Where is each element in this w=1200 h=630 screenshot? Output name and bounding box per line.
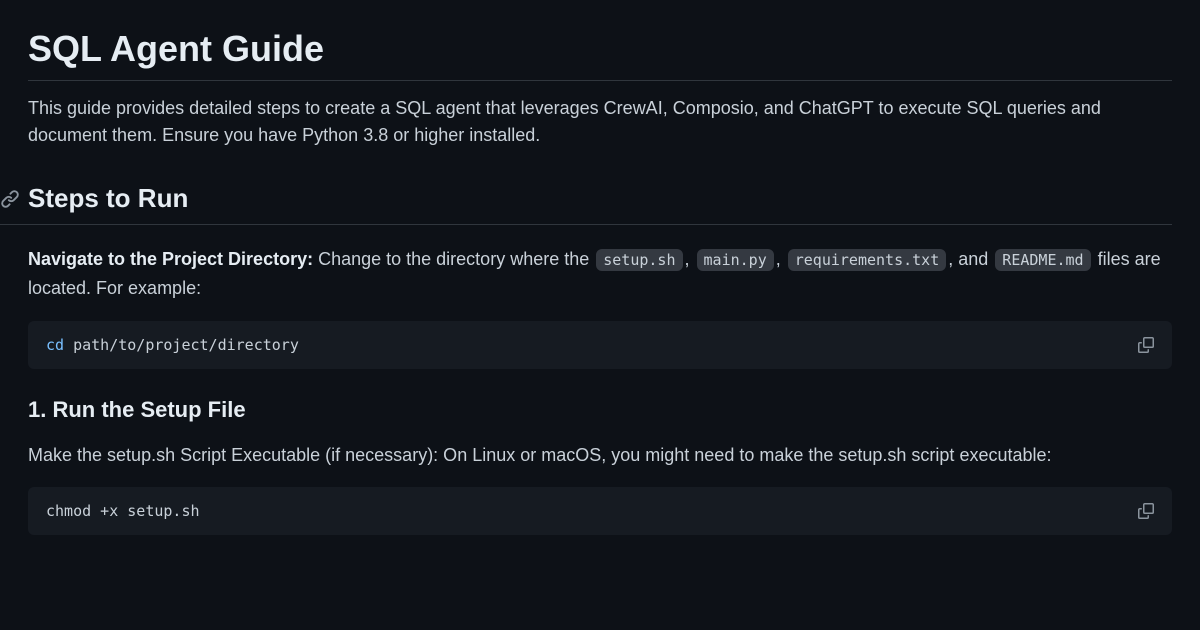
navigate-paragraph: Navigate to the Project Directory: Chang…	[28, 245, 1172, 303]
section-heading-row: Steps to Run	[0, 183, 1172, 225]
file-requirements-txt: requirements.txt	[788, 249, 947, 271]
copy-icon[interactable]	[1138, 337, 1154, 353]
page-title: SQL Agent Guide	[28, 28, 1172, 81]
file-readme-md: README.md	[995, 249, 1090, 271]
file-main-py: main.py	[697, 249, 774, 271]
copy-icon[interactable]	[1138, 503, 1154, 519]
navigate-bold: Navigate to the Project Directory:	[28, 249, 313, 269]
file-setup-sh: setup.sh	[596, 249, 682, 271]
steps-to-run-heading: Steps to Run	[28, 183, 188, 214]
sep1: ,	[685, 249, 695, 269]
code-block-cd: cd path/to/project/directory	[28, 321, 1172, 369]
setup-paragraph: Make the setup.sh Script Executable (if …	[28, 441, 1172, 470]
navigate-text1: Change to the directory where the	[313, 249, 594, 269]
code-block-chmod: chmod +x setup.sh	[28, 487, 1172, 535]
intro-paragraph: This guide provides detailed steps to cr…	[28, 95, 1172, 149]
code-content: chmod +x setup.sh	[46, 502, 200, 520]
code-arg: path/to/project/directory	[64, 336, 299, 354]
sep3: , and	[948, 249, 993, 269]
sep2: ,	[776, 249, 786, 269]
link-icon[interactable]	[0, 189, 20, 209]
code-text: chmod +x setup.sh	[46, 502, 200, 520]
code-cmd: cd	[46, 336, 64, 354]
run-setup-heading: 1. Run the Setup File	[28, 397, 1172, 423]
code-content: cd path/to/project/directory	[46, 336, 299, 354]
